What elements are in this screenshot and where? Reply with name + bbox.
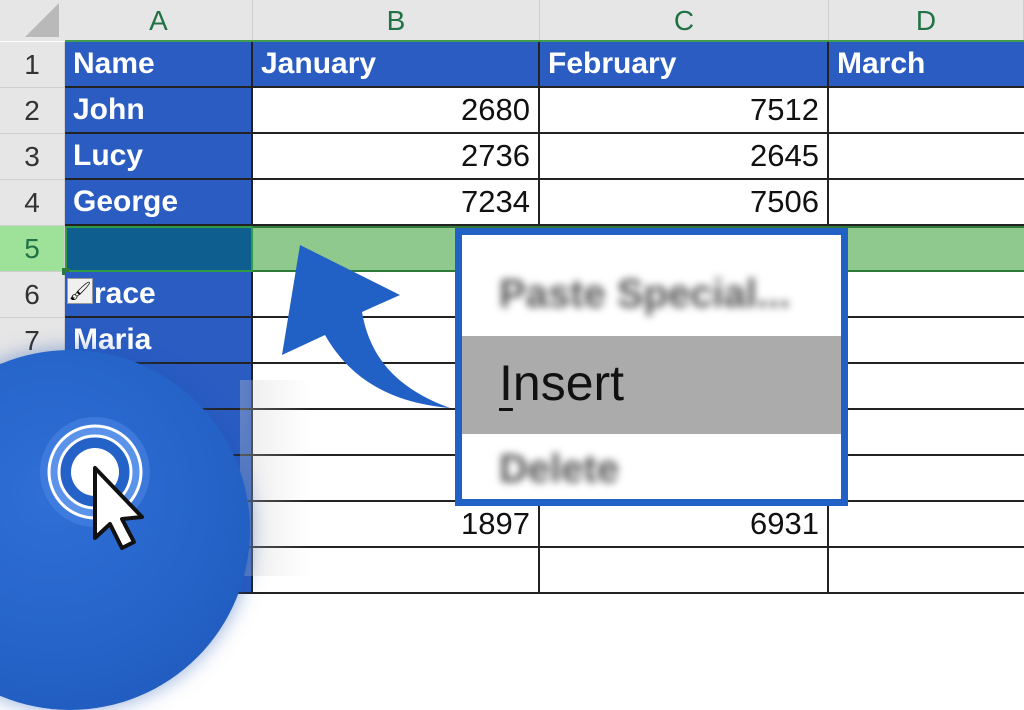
curved-arrow-icon — [282, 245, 450, 408]
row-header-1[interactable]: 1 — [0, 42, 65, 88]
cell-d3[interactable] — [829, 134, 1024, 180]
cell-a3[interactable]: Lucy — [65, 134, 253, 180]
cell-d8[interactable] — [829, 364, 1024, 410]
cell-c12[interactable] — [540, 548, 829, 594]
menu-item-insert-label: nsert — [512, 355, 625, 411]
cell-d2[interactable] — [829, 88, 1024, 134]
paste-options-paintbrush-icon[interactable]: 🖌 — [67, 278, 93, 304]
cell-b3[interactable]: 2736 — [253, 134, 540, 180]
cell-b4[interactable]: 7234 — [253, 180, 540, 226]
menu-item-paste-special[interactable]: Paste Special... — [462, 257, 841, 332]
select-all-triangle-icon — [25, 3, 59, 37]
cell-a6[interactable]: race — [65, 272, 253, 318]
cell-c11[interactable]: 6931 — [540, 502, 829, 548]
cell-a4[interactable]: George — [65, 180, 253, 226]
cell-d9[interactable] — [829, 410, 1024, 456]
column-header-d[interactable]: D — [829, 0, 1024, 41]
cell-d7[interactable] — [829, 318, 1024, 364]
cell-d6[interactable] — [829, 272, 1024, 318]
row-header-2[interactable]: 2 — [0, 88, 65, 134]
cell-b11[interactable]: 1897 — [253, 502, 540, 548]
cell-c3[interactable]: 2645 — [540, 134, 829, 180]
cell-b1[interactable]: January — [253, 42, 540, 88]
cell-b12[interactable] — [253, 548, 540, 594]
cell-d11[interactable] — [829, 502, 1024, 548]
row-header-6[interactable]: 6 — [0, 272, 65, 318]
cell-a5-active[interactable] — [65, 226, 253, 272]
cell-d10[interactable] — [829, 456, 1024, 502]
row-header-5-selected[interactable]: 5 — [0, 226, 65, 272]
column-header-b[interactable]: B — [253, 0, 540, 41]
cell-c1[interactable]: February — [540, 42, 829, 88]
cell-a2[interactable]: John — [65, 88, 253, 134]
menu-item-delete[interactable]: Delete — [462, 434, 841, 504]
cell-c4[interactable]: 7506 — [540, 180, 829, 226]
row-header-3[interactable]: 3 — [0, 134, 65, 180]
column-header-c[interactable]: C — [540, 0, 829, 41]
context-menu: Paste Special... Insert Delete — [455, 228, 848, 506]
menu-item-insert-accelerator: I — [499, 355, 513, 411]
cell-a1[interactable]: Name — [65, 42, 253, 88]
menu-item-insert[interactable]: Insert — [462, 336, 841, 434]
select-all-corner[interactable] — [0, 0, 66, 41]
cell-d12[interactable] — [829, 548, 1024, 594]
click-cursor-logo-icon — [40, 417, 150, 550]
cell-c2[interactable]: 7512 — [540, 88, 829, 134]
cell-d1[interactable]: March — [829, 42, 1024, 88]
cell-b2[interactable]: 2680 — [253, 88, 540, 134]
row-header-4[interactable]: 4 — [0, 180, 65, 226]
cell-d4[interactable] — [829, 180, 1024, 226]
column-header-a[interactable]: A — [65, 0, 253, 41]
